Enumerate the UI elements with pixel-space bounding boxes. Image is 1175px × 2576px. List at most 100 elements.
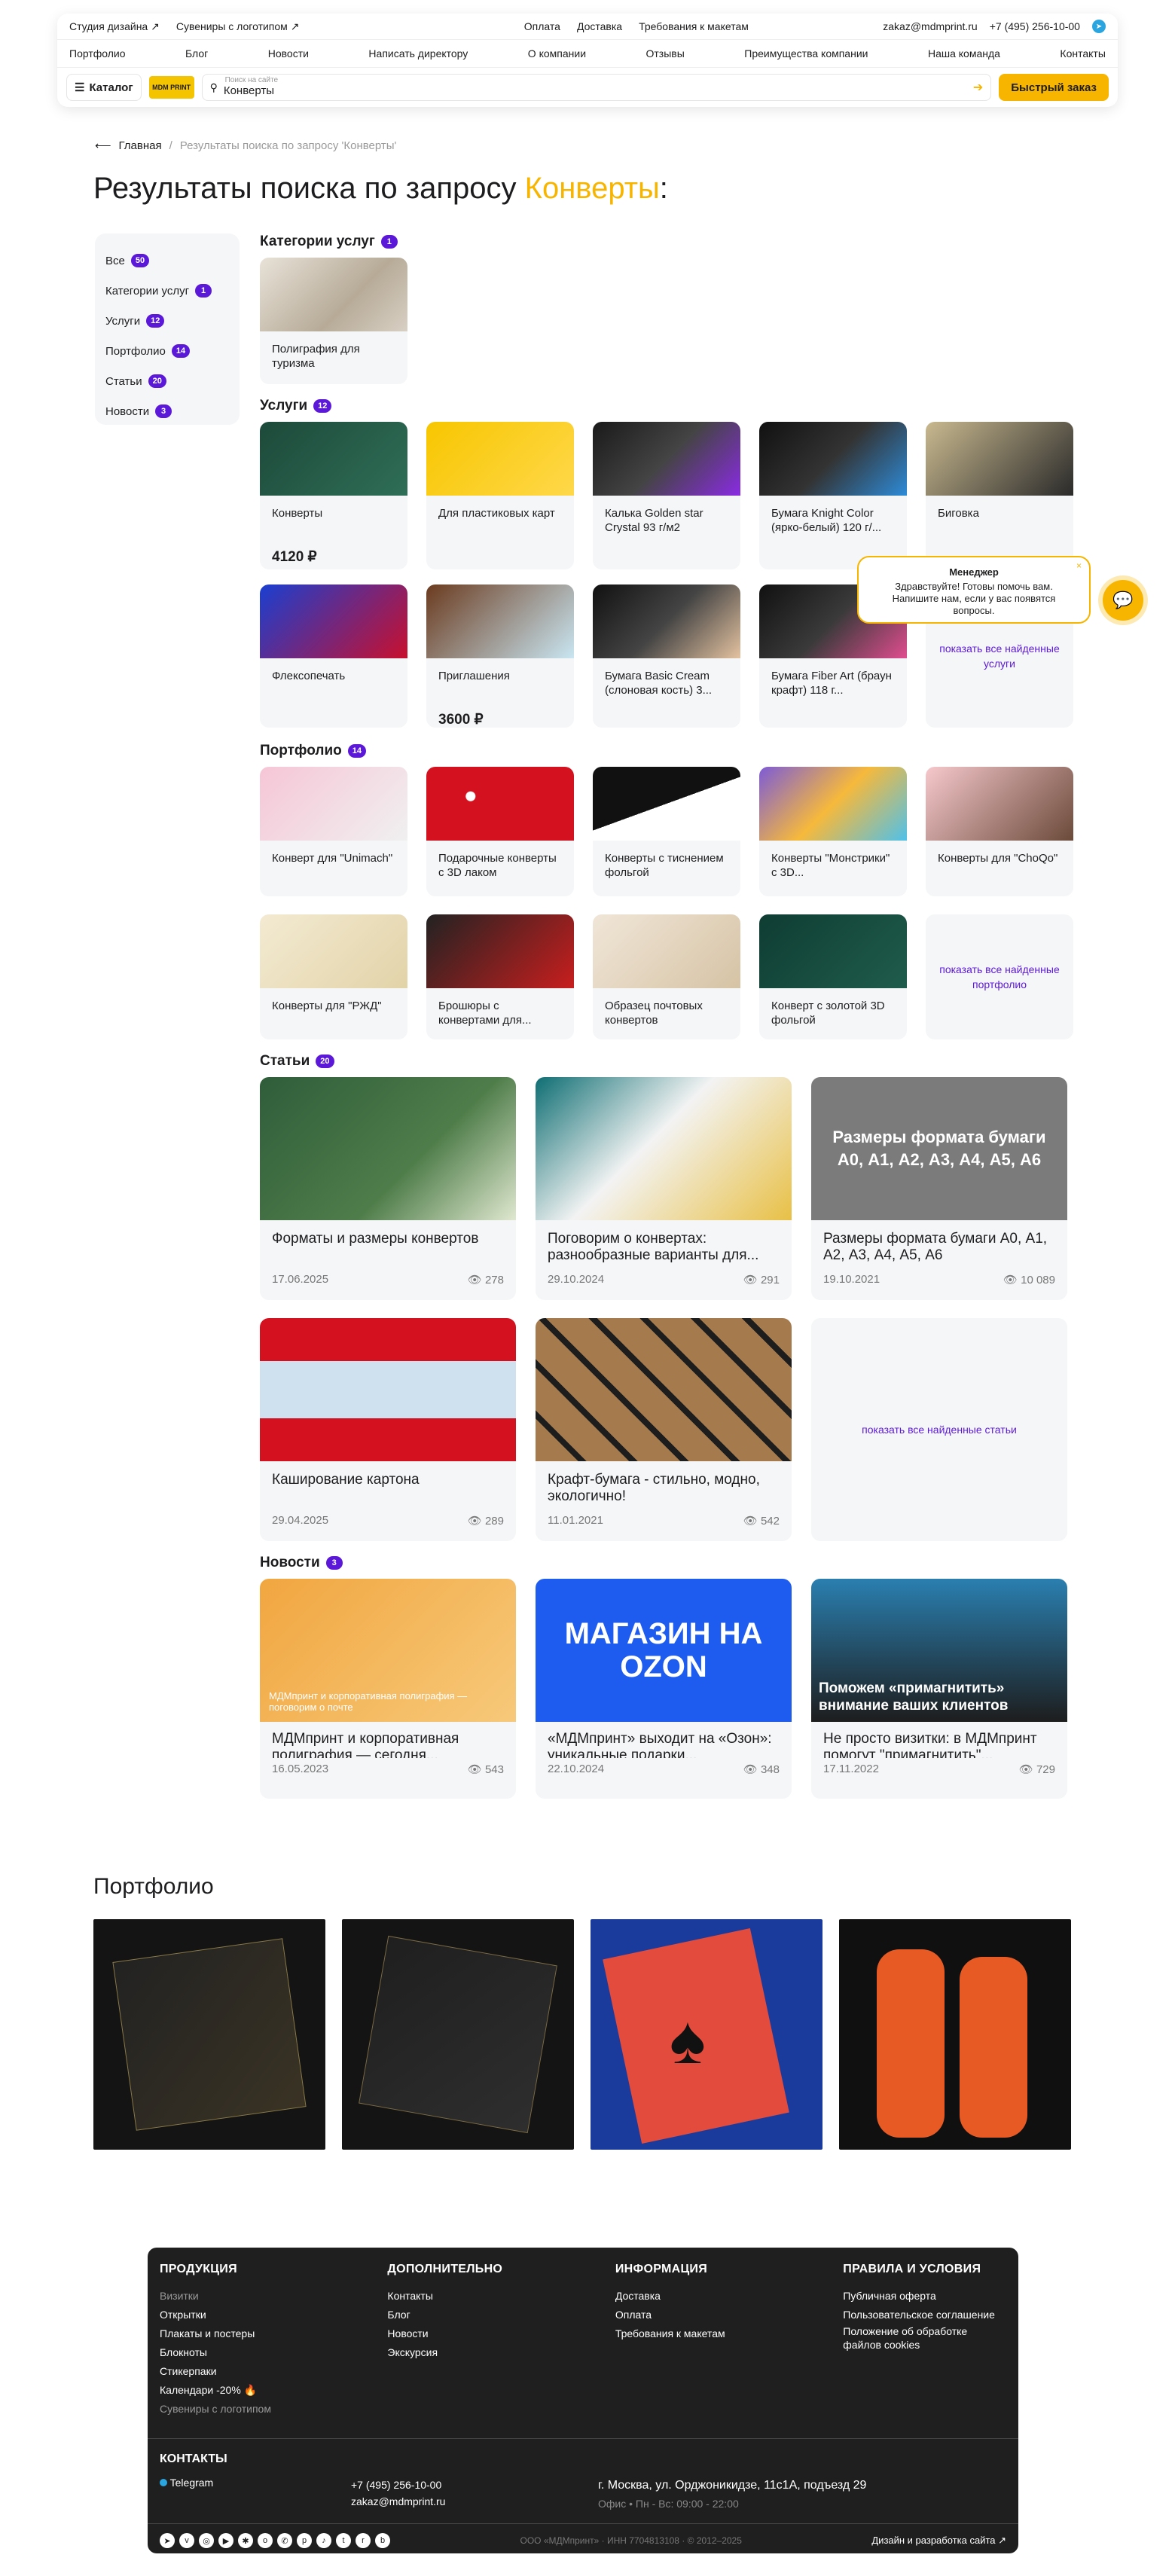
dzen-icon[interactable]: ✱ [238,2533,253,2548]
news-card[interactable]: Поможем «примагнитить» внимание ваших кл… [811,1579,1067,1799]
design-studio-link[interactable]: Студия дизайна ↗ [69,20,160,33]
filter-all[interactable]: Все 50 [105,246,229,276]
catalog-button[interactable]: ☰ Каталог [66,74,142,101]
portfolio-image[interactable] [342,1919,574,2150]
nav-portfolio[interactable]: Портфолио [69,47,126,60]
pinterest-icon[interactable]: p [297,2533,312,2548]
payment-link[interactable]: Оплата [524,20,560,32]
portfolio-card[interactable]: Брошюры с конвертами для... [426,914,574,1039]
whatsapp-icon[interactable]: ✆ [277,2533,292,2548]
article-card[interactable]: Размеры формата бумаги А0, А1, А2, А3, А… [811,1077,1067,1300]
article-card[interactable]: Форматы и размеры конвертов 17.06.2025 👁 … [260,1077,516,1300]
portfolio-image[interactable]: ♠ [591,1919,822,2150]
tumblr-icon[interactable]: t [336,2533,351,2548]
portfolio-card[interactable]: Конверты с тиснением фольгой [593,767,740,896]
tiktok-icon[interactable]: ♪ [316,2533,331,2548]
portfolio-card[interactable]: Конверт с золотой 3D фольгой [759,914,907,1039]
nav-blog[interactable]: Блог [185,47,208,60]
footer-link[interactable]: Открытки [160,2306,387,2324]
service-card[interactable]: Конверты 4120 ₽ [260,422,407,569]
news-card[interactable]: МАГАЗИН НА OZON «МДМпринт» выходит на «О… [536,1579,792,1799]
nav-reviews[interactable]: Отзывы [646,47,685,60]
breadcrumb-home[interactable]: Главная [119,139,162,152]
service-card[interactable]: Бумага Knight Color (ярко-белый) 120 г/.… [759,422,907,569]
footer-link[interactable]: Положение об обработке файлов cookies [843,2324,1006,2352]
filter-services[interactable]: Услуги 12 [105,306,229,336]
chat-popup-close-icon[interactable]: × [1076,560,1082,571]
filter-service-categories[interactable]: Категории услуг 1 [105,276,229,306]
category-card[interactable]: Полиграфия для туризма [260,258,407,384]
service-card[interactable]: Приглашения 3600 ₽ [426,584,574,728]
portfolio-image[interactable] [93,1919,325,2150]
rutube-icon[interactable]: r [356,2533,371,2548]
site-logo[interactable]: MDM PRINT [148,76,194,99]
youtube-icon[interactable]: ▶ [218,2533,233,2548]
news-heading: Новости 3 [260,1555,343,1571]
portfolio-card[interactable]: Конверт для "Unimach" [260,767,407,896]
portfolio-card[interactable]: Конверты для "ChoQo" [926,767,1073,896]
services-heading: Услуги 12 [260,398,332,414]
fast-order-button[interactable]: Быстрый заказ [999,74,1109,101]
footer-link[interactable]: Доставка [615,2287,843,2306]
ok-icon[interactable]: o [258,2533,273,2548]
filter-portfolio[interactable]: Портфолио 14 [105,336,229,366]
footer-link[interactable]: Экскурсия [387,2343,615,2362]
souvenirs-link[interactable]: Сувениры с логотипом ↗ [176,20,300,33]
nav-about[interactable]: О компании [528,47,586,60]
service-card[interactable]: Биговка [926,422,1073,569]
nav-advantages[interactable]: Преимущества компании [744,47,868,60]
portfolio-card[interactable]: Подарочные конверты с 3D лаком [426,767,574,896]
service-card[interactable]: Бумага Basic Cream (слоновая кость) 3... [593,584,740,728]
service-card[interactable]: Калька Golden star Crystal 93 г/м2 [593,422,740,569]
search-submit-arrow-icon[interactable]: ➔ [973,80,983,95]
telegram-icon[interactable]: ➤ [160,2533,175,2548]
vk-icon[interactable]: v [179,2533,194,2548]
footer-link[interactable]: Плакаты и постеры [160,2324,387,2343]
footer-link[interactable]: Блокноты [160,2343,387,2362]
footer-link[interactable]: Требования к макетам [615,2324,843,2343]
filter-news[interactable]: Новости 3 [105,396,229,426]
footer-link[interactable]: Визитки [160,2287,387,2306]
footer-link[interactable]: Новости [387,2324,615,2343]
nav-contacts[interactable]: Контакты [1060,47,1105,60]
requirements-link[interactable]: Требования к макетам [639,20,749,32]
telegram-icon[interactable]: ➤ [1091,20,1106,33]
behance-icon[interactable]: b [375,2533,390,2548]
delivery-link[interactable]: Доставка [577,20,622,32]
footer-credit-link[interactable]: Дизайн и разработка сайта ↗ [871,2535,1006,2547]
footer-link[interactable]: Контакты [387,2287,615,2306]
footer-link[interactable]: Стикерпаки [160,2362,387,2381]
footer-link[interactable]: Сувениры с логотипом [160,2400,387,2419]
search-placeholder: Поиск на сайте [224,76,279,84]
header-email[interactable]: zakaz@mdmprint.ru [883,20,977,32]
show-all-articles-link[interactable]: показать все найденные статьи [811,1318,1067,1541]
footer-link[interactable]: Оплата [615,2306,843,2324]
news-card[interactable]: МДМпринт и корпоративная полиграфия — по… [260,1579,516,1799]
portfolio-card[interactable]: Конверты для "РЖД" [260,914,407,1039]
portfolio-card[interactable]: Образец почтовых конвертов [593,914,740,1039]
nav-team[interactable]: Наша команда [928,47,1000,60]
footer-link[interactable]: Публичная оферта [843,2287,1006,2306]
footer-telegram[interactable]: Telegram [170,2477,214,2489]
instagram-icon[interactable]: ◎ [199,2533,214,2548]
filter-articles[interactable]: Статьи 20 [105,366,229,396]
back-arrow-icon[interactable]: ⟵ [95,139,111,152]
show-all-portfolio-link[interactable]: показать все найденные портфолио [926,914,1073,1039]
footer-phone[interactable]: +7 (495) 256-10-00 [351,2477,598,2493]
article-card[interactable]: Поговорим о конвертах: разнообразные вар… [536,1077,792,1300]
portfolio-image[interactable] [839,1919,1071,2150]
service-card[interactable]: Для пластиковых карт [426,422,574,569]
footer-link[interactable]: Блог [387,2306,615,2324]
service-card[interactable]: Флексопечать [260,584,407,728]
article-card[interactable]: Крафт-бумага - стильно, модно, экологичн… [536,1318,792,1541]
footer-email[interactable]: zakaz@mdmprint.ru [351,2493,598,2510]
footer-link[interactable]: Календари -20% 🔥 [160,2381,387,2400]
nav-news[interactable]: Новости [268,47,309,60]
article-card[interactable]: Каширование картона 29.04.2025 👁 289 [260,1318,516,1541]
portfolio-card[interactable]: Конверты "Монстрики" с 3D... [759,767,907,896]
search-input[interactable]: ⚲ Поиск на сайте Конверты ➔ [201,74,992,101]
chat-open-button[interactable]: 💬 [1103,580,1143,621]
footer-link[interactable]: Пользовательское соглашение [843,2306,1006,2324]
nav-write-director[interactable]: Написать директору [368,47,468,60]
header-phone[interactable]: +7 (495) 256-10-00 [990,20,1080,32]
